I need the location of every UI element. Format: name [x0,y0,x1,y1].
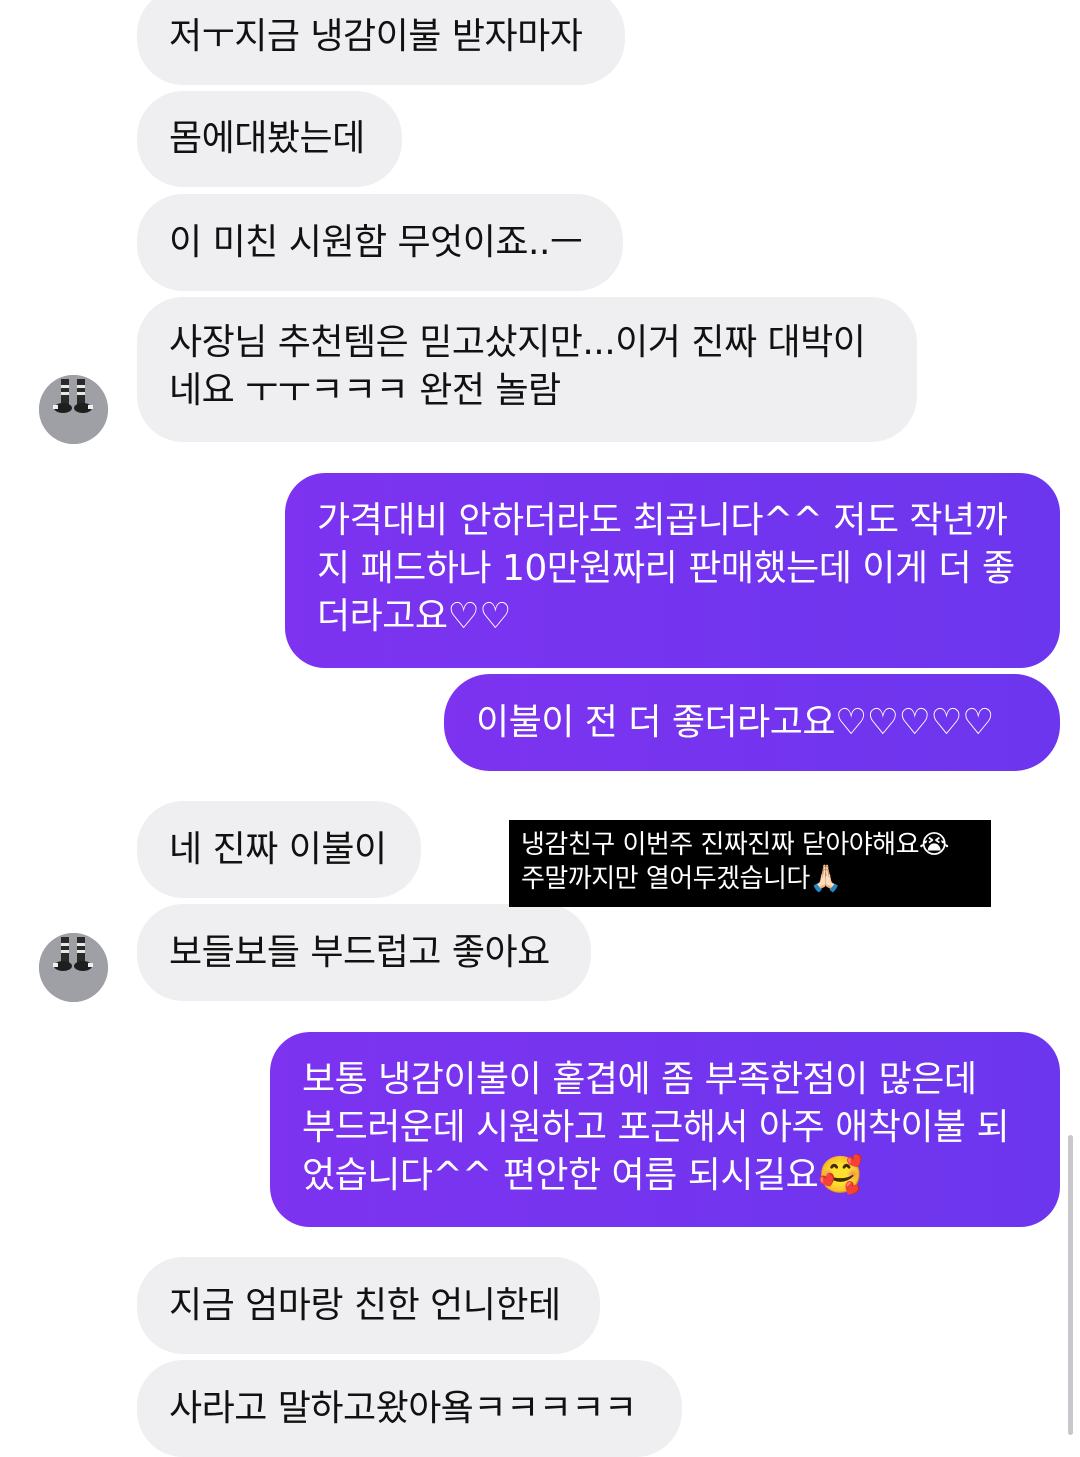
received-message[interactable]: 지금 엄마랑 친한 언니한테 [137,1257,600,1354]
caption-line: 주말까지만 열어두겠습니다🙏🏻 [521,864,842,894]
message-text-line: 네요 ㅜㅜㅋㅋㅋ 완전 놀람 [169,370,561,411]
message-text-line: 보통 냉감이불이 홑겹에 좀 부족한점이 많은데 [302,1059,977,1100]
avatar[interactable] [39,375,108,444]
message-text-line: 더라고요♡♡ [317,596,512,637]
sent-message[interactable]: 이불이 전 더 좋더라고요♡♡♡♡♡ [444,674,1060,771]
message-text: 네 진짜 이불이 [169,828,387,870]
caption-overlay: 냉감친구 이번주 진짜진짜 닫아야해요😭 주말까지만 열어두겠습니다🙏🏻 [509,820,991,907]
sent-message[interactable]: 가격대비 안하더라도 최곱니다^^ 저도 작년까 지 패드하나 10만원짜리 판… [285,473,1060,668]
received-message[interactable]: 사라고 말하고왔아욬ㅋㅋㅋㅋㅋ [137,1360,682,1457]
message-text: 몸에대봤는데 [169,118,365,159]
received-message[interactable]: 몸에대봤는데 [137,91,402,187]
message-text: 이불이 전 더 좋더라고요♡♡♡♡♡ [476,701,994,743]
message-text-line: 지 패드하나 10만원짜리 판매했는데 이게 더 좋 [317,548,1015,589]
sent-message[interactable]: 보통 냉감이불이 홑겹에 좀 부족한점이 많은데 부드러운데 시원하고 포근해서… [270,1032,1060,1227]
message-text-line: 부드러운데 시원하고 포근해서 아주 애착이불 되 [302,1107,1010,1148]
received-message[interactable]: 보들보들 부드럽고 좋아요 [137,904,591,1001]
message-text: 사라고 말하고왔아욬ㅋㅋㅋㅋㅋ [169,1387,637,1429]
received-message[interactable]: 저ㅜ지금 냉감이불 받자마자 [137,0,625,85]
scrollbar[interactable] [1068,1135,1073,1435]
message-text: 이 미친 시원함 무엇이죠..ㅡ [169,221,583,263]
avatar-socks-icon [39,933,108,1002]
caption-line: 냉감친구 이번주 진짜진짜 닫아야해요😭 [521,830,949,860]
message-text-line: 사장님 추천템은 믿고샀지만...이거 진짜 대박이 [169,322,866,363]
avatar-socks-icon [39,375,108,444]
avatar[interactable] [39,933,108,1002]
received-message[interactable]: 네 진짜 이불이 [137,801,421,898]
received-message[interactable]: 사장님 추천템은 믿고샀지만...이거 진짜 대박이 네요 ㅜㅜㅋㅋㅋ 완전 놀… [137,297,917,442]
message-text-line: 가격대비 안하더라도 최곱니다^^ 저도 작년까 [317,500,1008,541]
message-text-line: 었습니다^^ 편안한 여름 되시길요🥰 [302,1155,863,1196]
message-text: 저ㅜ지금 냉감이불 받자마자 [169,15,583,57]
message-text: 보들보들 부드럽고 좋아요 [169,931,550,973]
message-text: 지금 엄마랑 친한 언니한테 [169,1284,561,1326]
received-message[interactable]: 이 미친 시원함 무엇이죠..ㅡ [137,194,623,291]
